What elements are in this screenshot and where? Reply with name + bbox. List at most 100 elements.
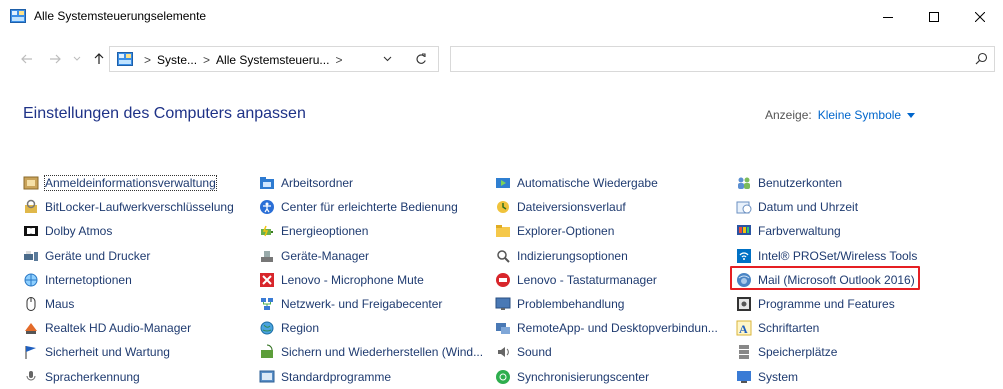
refresh-button[interactable] — [408, 47, 434, 71]
control-panel-item-label: Region — [281, 321, 320, 336]
maximize-button[interactable] — [911, 0, 957, 34]
control-panel-item[interactable]: Anmeldeinformationsverwaltung — [23, 171, 234, 195]
control-panel-item[interactable]: Maus — [23, 292, 234, 316]
minimize-button[interactable] — [865, 0, 911, 34]
control-panel-item[interactable]: Programme und Features — [736, 292, 917, 316]
control-panel-item[interactable]: Netzwerk- und Freigabecenter — [259, 292, 483, 316]
control-panel-item[interactable]: Speicherplätze — [736, 340, 917, 364]
recent-locations-button[interactable] — [68, 50, 86, 68]
control-panel-item[interactable]: Automatische Wiedergabe — [495, 171, 718, 195]
address-bar[interactable]: > Syste... > Alle Systemsteueru... > — [109, 46, 439, 72]
backup-restore-icon — [259, 344, 275, 360]
troubleshooting-icon — [495, 296, 511, 312]
back-button[interactable] — [18, 50, 36, 68]
breadcrumb-separator: > — [144, 53, 152, 67]
control-panel-item-label: Schriftarten — [758, 321, 820, 336]
work-folders-icon — [259, 175, 275, 191]
user-accounts-icon — [736, 175, 752, 191]
control-panel-item[interactable]: Mail (Microsoft Outlook 2016) — [730, 265, 920, 292]
close-button[interactable] — [957, 0, 1003, 34]
control-panel-item-label: Mail (Microsoft Outlook 2016) — [758, 272, 915, 287]
control-panel-item[interactable]: Internetoptionen — [23, 268, 234, 292]
control-panel-item-label: Energieoptionen — [281, 224, 369, 239]
power-options-icon — [259, 223, 275, 239]
date-time-icon — [736, 199, 752, 215]
control-panel-item-label: Indizierungsoptionen — [517, 248, 628, 263]
search-input[interactable] — [450, 46, 995, 72]
arrow-right-icon — [50, 54, 61, 64]
control-panel-item[interactable]: Center für erleichterte Bedienung — [259, 195, 483, 219]
forward-button[interactable] — [46, 50, 64, 68]
items-column-4: Benutzerkonten Datum und Uhrzeit Farbverwa… — [730, 171, 920, 389]
lenovo-mic-mute-icon — [259, 272, 275, 288]
up-button[interactable] — [90, 50, 108, 68]
bitlocker-icon — [23, 199, 39, 215]
address-history-button[interactable] — [376, 47, 398, 71]
control-panel-item[interactable]: Datum und Uhrzeit — [736, 195, 917, 219]
control-panel-item[interactable]: Explorer-Optionen — [495, 219, 718, 243]
control-panel-item[interactable]: Indizierungsoptionen — [495, 244, 718, 268]
control-panel-item[interactable]: System — [736, 365, 917, 389]
programs-features-icon — [736, 296, 752, 312]
control-panel-item[interactable]: Farbverwaltung — [736, 219, 917, 243]
control-panel-item-label: Geräte-Manager — [281, 248, 370, 263]
control-panel-item[interactable]: Energieoptionen — [259, 219, 483, 243]
control-panel-item-label: Arbeitsordner — [281, 176, 354, 191]
view-label: Anzeige: — [765, 108, 812, 122]
control-panel-item[interactable]: Benutzerkonten — [736, 171, 917, 195]
control-panel-item[interactable]: Standardprogramme — [259, 365, 483, 389]
control-panel-item-label: Standardprogramme — [281, 369, 392, 384]
view-selector: Anzeige: Kleine Symbole — [765, 108, 916, 122]
control-panel-item-label: Programme und Features — [758, 297, 895, 312]
control-panel-item[interactable]: Problembehandlung — [495, 292, 718, 316]
control-panel-item[interactable]: BitLocker-Laufwerkverschlüsselung — [23, 195, 234, 219]
file-history-icon — [495, 199, 511, 215]
control-panel-item[interactable]: Region — [259, 316, 483, 340]
security-flag-icon — [23, 344, 39, 360]
control-panel-item[interactable]: Synchronisierungscenter — [495, 365, 718, 389]
control-panel-item-label: RemoteApp- und Desktopverbindun... — [517, 321, 718, 336]
control-panel-icon — [117, 52, 133, 66]
speech-icon — [23, 369, 39, 385]
control-panel-item[interactable]: Dolby Atmos — [23, 219, 234, 243]
breadcrumb-system[interactable]: Syste... — [157, 53, 197, 67]
control-panel-item[interactable]: Realtek HD Audio-Manager — [23, 316, 234, 340]
breadcrumb: > Syste... > Alle Systemsteueru... > — [138, 53, 348, 67]
control-panel-item-label: Explorer-Optionen — [517, 224, 615, 239]
control-panel-item-label: Dolby Atmos — [45, 224, 113, 239]
view-mode-dropdown[interactable]: Kleine Symbole — [818, 108, 901, 122]
control-panel-item[interactable]: Geräte und Drucker — [23, 244, 234, 268]
control-panel-item[interactable]: Arbeitsordner — [259, 171, 483, 195]
control-panel-item[interactable]: A Schriftarten — [736, 316, 917, 340]
control-panel-item[interactable]: Dateiversionsverlauf — [495, 195, 718, 219]
control-panel-item-label: Sichern und Wiederherstellen (Wind... — [281, 345, 484, 360]
svg-text:A: A — [739, 322, 748, 336]
control-panel-item-label: Lenovo - Microphone Mute — [281, 272, 424, 287]
control-panel-item-label: Automatische Wiedergabe — [517, 176, 658, 191]
control-panel-item[interactable]: Intel® PROSet/Wireless Tools — [736, 244, 917, 268]
device-manager-icon — [259, 248, 275, 264]
control-panel-item[interactable]: Sound — [495, 340, 718, 364]
credential-manager-icon — [23, 175, 39, 191]
caret-down-icon[interactable] — [907, 113, 916, 119]
control-panel-item-label: Problembehandlung — [517, 297, 625, 312]
fonts-icon: A — [736, 320, 752, 336]
control-panel-item[interactable]: Sichern und Wiederherstellen (Wind... — [259, 340, 483, 364]
breadcrumb-separator[interactable]: > — [335, 53, 342, 67]
control-panel-item-label: Synchronisierungscenter — [517, 369, 650, 384]
control-panel-item[interactable]: Lenovo - Tastaturmanager — [495, 268, 718, 292]
control-panel-item-label: Farbverwaltung — [758, 224, 841, 239]
control-panel-icon — [10, 9, 26, 23]
control-panel-item-label: Sound — [517, 345, 552, 360]
control-panel-item-label: Spracherkennung — [45, 369, 140, 384]
control-panel-item[interactable]: Lenovo - Microphone Mute — [259, 268, 483, 292]
close-icon — [975, 12, 985, 22]
control-panel-item-label: Maus — [45, 297, 75, 312]
title-bar: Alle Systemsteuerungselemente — [0, 0, 1003, 34]
control-panel-item[interactable]: Geräte-Manager — [259, 244, 483, 268]
control-panel-item[interactable]: Spracherkennung — [23, 365, 234, 389]
control-panel-item[interactable]: Sicherheit und Wartung — [23, 340, 234, 364]
control-panel-item[interactable]: RemoteApp- und Desktopverbindun... — [495, 316, 718, 340]
breadcrumb-all-items[interactable]: Alle Systemsteueru... — [216, 53, 329, 67]
intel-wireless-icon — [736, 248, 752, 264]
